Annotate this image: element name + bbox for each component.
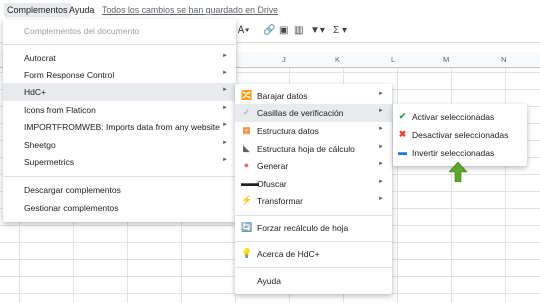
menu-item-label: Gestionar complementos [24, 203, 119, 213]
text-color-icon[interactable]: Ꭺ▾ [238, 25, 250, 36]
menu-item-form-response-control[interactable]: Form Response Control ► [3, 66, 236, 84]
menu-item-label: Descargar complementos [24, 185, 121, 195]
hdc-submenu: 🔀 Barajar datos ► ✓ Casillas de verifica… [235, 84, 392, 294]
submenu-arrow-icon: ► [378, 179, 384, 185]
comment-icon[interactable]: ▣ [279, 25, 288, 36]
brain-icon: ● [243, 160, 250, 170]
menu-item-hdc[interactable]: HdC+ ► [3, 83, 236, 101]
menu-item-ayuda[interactable]: Ayuda [235, 272, 392, 290]
minus-icon: ▬ [398, 147, 407, 157]
menu-item-activar-seleccionadas[interactable]: ✔ Activar seleccionadas [393, 108, 527, 126]
menu-item-label: Acerca de HdC+ [257, 249, 320, 259]
menu-item-label: HdC+ [24, 87, 46, 97]
menu-item-label: Autocrat [24, 53, 56, 63]
submenu-arrow-icon: ► [222, 53, 228, 59]
submenu-arrow-icon: ► [378, 126, 384, 132]
functions-icon[interactable]: Σ ▾ [333, 25, 347, 36]
column-header[interactable]: L [391, 55, 395, 64]
menu-item-label: Ayuda [257, 276, 281, 286]
casillas-submenu: ✔ Activar seleccionadas ✖ Desactivar sel… [393, 104, 527, 166]
menu-item-label: Forzar recálculo de hoja [257, 223, 349, 233]
menu-item-gestionar[interactable]: Gestionar complementos [3, 199, 236, 217]
submenu-arrow-icon: ► [378, 144, 384, 150]
menu-item-generar[interactable]: ● Generar ► [235, 157, 392, 175]
complementos-menu: Complementos del documento Autocrat ► Fo… [3, 19, 236, 222]
refresh-icon: 🔄 [241, 222, 253, 232]
menu-bar: Complementos Ayuda Todos los cambios se … [0, 0, 540, 20]
menu-divider [235, 241, 392, 242]
menu-divider [3, 176, 236, 177]
menu-item-acerca-hdc[interactable]: 💡 Acerca de HdC+ [235, 245, 392, 263]
menu-item-icons-flaticon[interactable]: Icons from Flaticon ► [3, 101, 236, 119]
submenu-arrow-icon: ► [222, 70, 228, 76]
menu-item-label: Ofuscar [257, 179, 287, 189]
chart-icon[interactable]: ▥ [294, 25, 303, 36]
menu-item-label: Supermetrics [24, 157, 75, 167]
menu-divider [235, 267, 392, 268]
bulb-icon: 💡 [241, 248, 253, 258]
link-icon[interactable]: 🔗 [263, 25, 275, 36]
menu-item-label: Form Response Control [24, 70, 115, 80]
menu-item-forzar-recalculo[interactable]: 🔄 Forzar recálculo de hoja [235, 219, 392, 237]
menu-item-importfromweb[interactable]: IMPORTFROMWEB: Imports data from any web… [3, 118, 236, 136]
column-header[interactable]: J [282, 55, 286, 64]
submenu-arrow-icon: ► [222, 87, 228, 93]
menu-item-label: Generar [257, 161, 289, 171]
menu-item-label: Casillas de verificación [257, 108, 344, 118]
menu-item-barajar-datos[interactable]: 🔀 Barajar datos ► [235, 87, 392, 105]
shuffle-icon: 🔀 [241, 90, 253, 100]
menu-item-label: Complementos del documento [24, 26, 140, 36]
sunglasses-icon: ▬▬ [241, 178, 259, 188]
menu-item-descargar[interactable]: Descargar complementos [3, 181, 236, 199]
check-icon: ✔ [398, 111, 407, 121]
menu-item-desactivar-seleccionadas[interactable]: ✖ Desactivar seleccionadas [393, 126, 527, 144]
save-status-link[interactable]: Todos los cambios se han guardado en Dri… [100, 5, 280, 15]
submenu-arrow-icon: ► [222, 105, 228, 111]
menu-divider [235, 215, 392, 216]
menu-item-label: Activar seleccionadas [412, 112, 495, 122]
menu-item-label: Barajar datos [257, 91, 308, 101]
menu-item-label: Transformar [257, 196, 303, 206]
menu-item-invertir-seleccionadas[interactable]: ▬ Invertir seleccionadas [393, 144, 527, 162]
menu-item-label: Icons from Flaticon [24, 105, 96, 115]
menu-item-label: IMPORTFROMWEB: Imports data from any web… [24, 122, 220, 132]
checkbox-icon: ✓ [242, 107, 251, 117]
menu-complementos[interactable]: Complementos [4, 3, 71, 17]
column-header[interactable]: K [335, 55, 340, 64]
submenu-arrow-icon: ► [222, 157, 228, 163]
menu-item-label: Estructura datos [257, 126, 319, 136]
submenu-arrow-icon: ► [378, 91, 384, 97]
menu-item-autocrat[interactable]: Autocrat ► [3, 49, 236, 67]
menu-ayuda[interactable]: Ayuda [67, 5, 96, 15]
structure-icon: ▦ [242, 125, 251, 135]
column-header[interactable]: M [443, 55, 449, 64]
submenu-arrow-icon: ► [378, 161, 384, 167]
sheet-icon: ◣ [243, 143, 250, 153]
menu-item-label: Invertir seleccionadas [412, 148, 495, 158]
submenu-arrow-icon: ► [222, 140, 228, 146]
menu-divider [3, 44, 236, 45]
menu-item-transformar[interactable]: ⚡ Transformar ► [235, 192, 392, 210]
menu-item-estructura-hoja[interactable]: ◣ Estructura hoja de cálculo ► [235, 140, 392, 158]
green-arrow-up-icon [449, 162, 467, 182]
menu-item-supermetrics[interactable]: Supermetrics ► [3, 153, 236, 171]
menu-item-ofuscar[interactable]: ▬▬ Ofuscar ► [235, 175, 392, 193]
menu-item-label: Estructura hoja de cálculo [257, 144, 355, 154]
menu-item-estructura-datos[interactable]: ▦ Estructura datos ► [235, 122, 392, 140]
menu-item-casillas-verificacion[interactable]: ✓ Casillas de verificación ► [235, 104, 392, 122]
x-icon: ✖ [398, 129, 407, 139]
menu-item-sheetgo[interactable]: Sheetgo ► [3, 136, 236, 154]
menu-item-complementos-documento: Complementos del documento [3, 22, 236, 40]
submenu-arrow-icon: ► [222, 122, 228, 128]
filter-icon[interactable]: ▼▾ [310, 25, 325, 36]
menu-item-label: Desactivar seleccionadas [412, 130, 509, 140]
lightning-icon: ⚡ [241, 195, 253, 205]
column-header[interactable]: N [501, 55, 506, 64]
submenu-arrow-icon: ► [378, 196, 384, 202]
submenu-arrow-icon: ► [378, 108, 384, 114]
menu-item-label: Sheetgo [24, 140, 56, 150]
